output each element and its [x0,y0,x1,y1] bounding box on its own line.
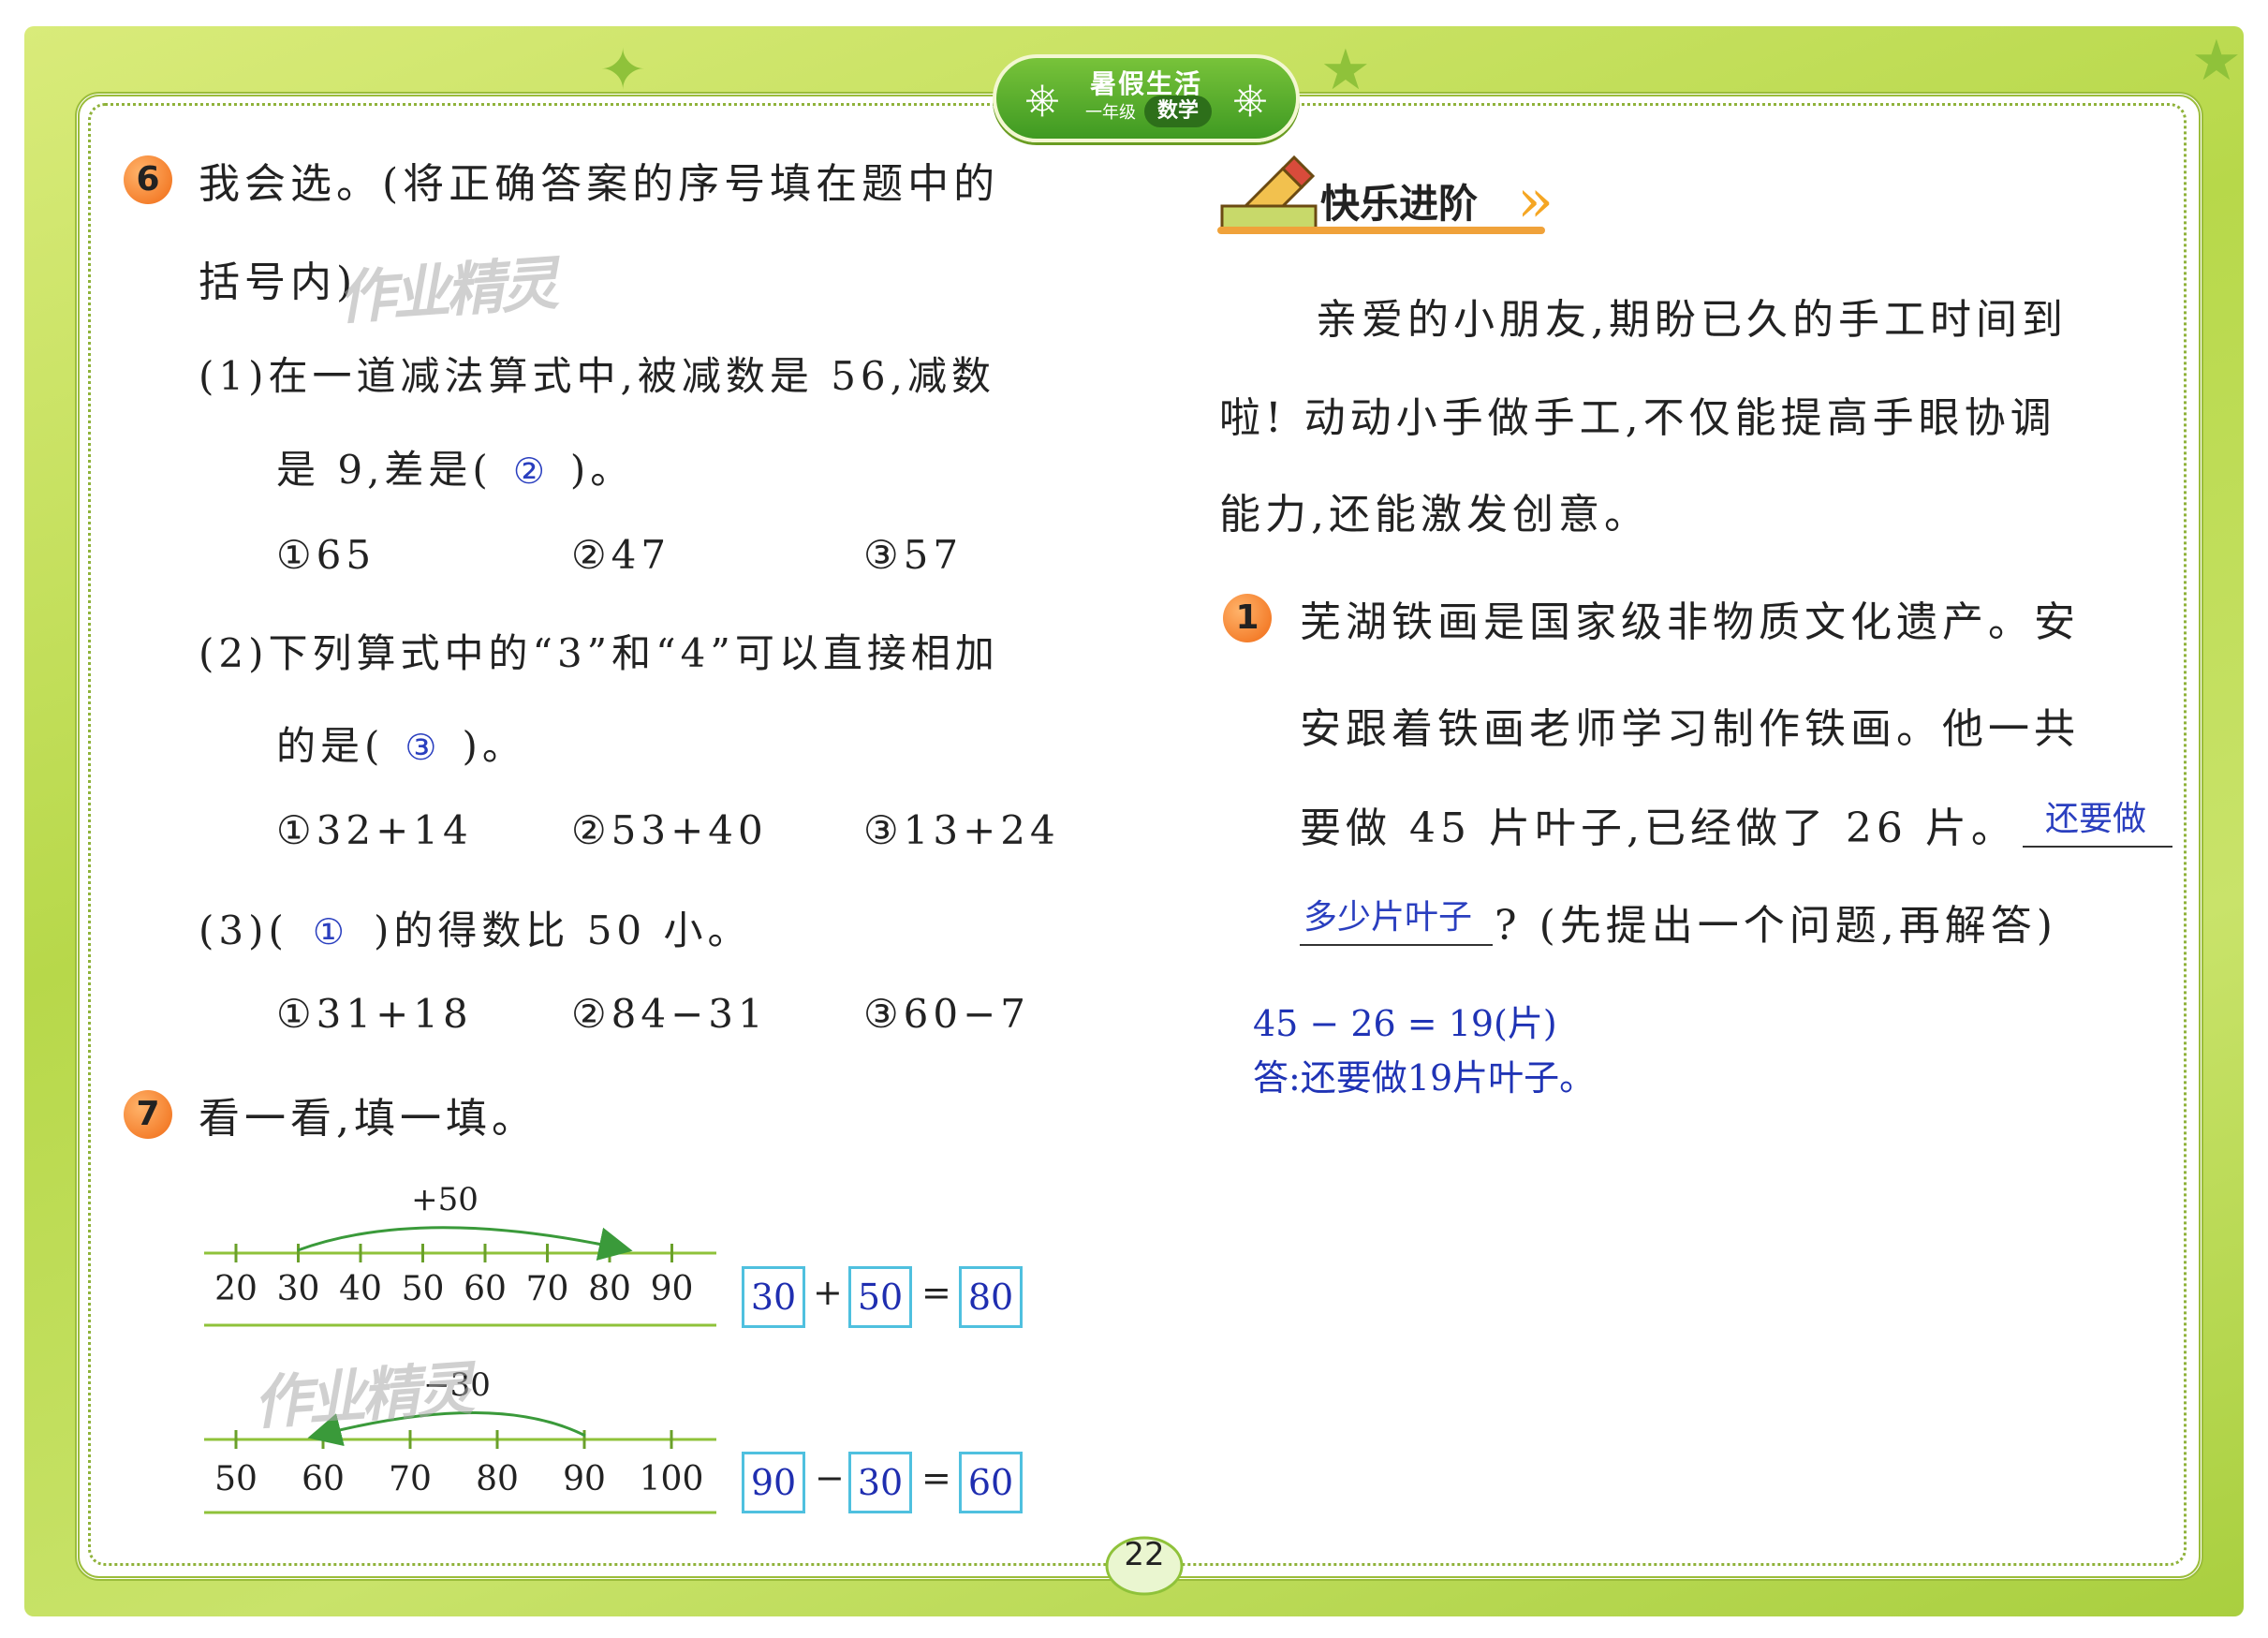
q6-part3-suffix: )的得数比 50 小。 [373,908,752,953]
jump-arrow [297,1226,633,1261]
subject-label: 数学 [1144,96,1212,127]
operator: + [813,1272,843,1313]
q1-instruction: ? (先提出一个问题,再解答) [1495,902,2057,950]
q6-part1-option: ①65 [276,532,376,578]
q1-text-line: 安跟着铁画老师学习制作铁画。他一共 [1300,705,2080,753]
watermark: 作业精灵 [251,1353,473,1438]
answer-box[interactable]: 30 [742,1266,805,1328]
number-line-tick-label: 100 [640,1460,704,1498]
q6-part2-option: ②53+40 [571,807,768,853]
question-number-badge: 1 [1223,594,1272,642]
number-line-tick-label: 40 [339,1270,382,1308]
question-number-badge: 7 [124,1090,172,1139]
q6-part1-option: ③57 [863,532,964,578]
equals-sign: = [921,1457,951,1498]
answer-box[interactable]: 80 [959,1266,1023,1328]
q7-instruction: 看一看,填一填。 [199,1095,538,1143]
q6-part2-answer[interactable]: ③ [405,727,441,768]
answer-box[interactable]: 30 [848,1452,912,1513]
jump-label: +50 [411,1181,479,1218]
book-title: 暑假生活 [1089,68,1202,99]
pencil-ruler-icon [1220,155,1318,234]
answer-box[interactable]: 60 [959,1452,1023,1513]
section-underline [1217,227,1545,234]
star-decoration-icon: ★ [2191,28,2242,94]
q1-text-line: 要做 45 片叶子,已经做了 26 片。 [1300,804,2017,852]
q6-part2-option: ①32+14 [276,807,473,853]
q6-part1-answer[interactable]: ② [513,450,550,492]
number-line-tick-label: 60 [302,1460,345,1498]
q6-instruction: 我会选。(将正确答案的序号填在题中的 [199,160,1000,208]
q6-part1-option: ②47 [571,532,671,578]
q6-part3-option: ①31+18 [276,991,473,1037]
handwritten-question-part: 还要做 [2045,800,2147,838]
number-line-tick-label: 50 [214,1460,258,1498]
q6-part3-option: ②84−31 [571,991,768,1037]
section-header: 快乐进阶 » [1217,140,1592,243]
number-line-tick-label: 90 [651,1270,694,1308]
number-line-tick-label: 80 [476,1460,519,1498]
chevron-right-icon: » [1517,167,1554,236]
q6-part3-answer[interactable]: ① [313,911,349,952]
book-badge: ⎈ ⎈ 暑假生活 一年级 数学 [993,54,1300,142]
q6-part2-text: (2)下列算式中的“3”和“4”可以直接相加 [199,630,999,676]
question-blank[interactable]: 多少片叶子 [1300,888,1493,946]
q6-part2-option: ③13+24 [863,807,1060,853]
intro-text-line: 亲爱的小朋友,期盼已久的手工时间到 [1316,296,2068,344]
q6-part1-suffix: )。 [569,447,635,493]
number-line-tick-label: 60 [464,1270,507,1308]
equals-sign: = [921,1272,951,1313]
q6-part1-prefix: 是 9,差是( [276,447,493,493]
solution-equation: 45 − 26 = 19(片) [1253,1003,1557,1044]
number-line-tick-label: 70 [389,1460,432,1498]
watermark: 作业精灵 [335,248,557,332]
answer-box[interactable]: 50 [848,1266,912,1328]
number-line-tick-label: 90 [563,1460,606,1498]
q6-part3-option: ③60−7 [863,991,1031,1037]
solution-answer: 答:还要做19片叶子。 [1253,1057,1596,1099]
handwritten-question-part: 多少片叶子 [1303,898,1473,937]
number-line-1: +50 20 30 40 50 60 70 80 90 [204,1181,716,1327]
q6-part3-prefix: (3)( [199,908,288,953]
q6-part3-line: (3)( ① )的得数比 50 小。 [199,899,752,956]
intro-text-line: 啦! 动动小手做手工,不仅能提高手眼协调 [1219,394,2056,442]
q6-instruction-cont: 括号内) [199,258,358,306]
q6-part2-blank-line: 的是( ③ )。 [276,715,526,772]
q6-part2-suffix: )。 [462,723,526,769]
q1-text-line: 芜湖铁画是国家级非物质文化遗产。安 [1300,598,2080,646]
q6-part1-text: (1)在一道减法算式中,被减数是 56,减数 [199,353,995,399]
q6-part2-prefix: 的是( [276,723,385,769]
q6-part1-blank-line: 是 9,差是( ② )。 [276,438,634,495]
question-number-badge: 6 [124,155,172,204]
number-line-tick-label: 80 [588,1270,631,1308]
number-line-tick-label: 70 [526,1270,569,1308]
page-number: 22 [1124,1536,1165,1573]
answer-box[interactable]: 90 [742,1452,805,1513]
question-blank[interactable]: 还要做 [2023,791,2172,848]
operator: − [815,1457,845,1498]
intro-text-line: 能力,还能激发创意。 [1219,491,1650,539]
number-line-tick-label: 30 [277,1270,320,1308]
number-line-tick-label: 20 [214,1270,258,1308]
section-title: 快乐进阶 [1320,181,1479,227]
grade-label: 一年级 [1085,103,1136,123]
number-line-tick-label: 50 [402,1270,445,1308]
